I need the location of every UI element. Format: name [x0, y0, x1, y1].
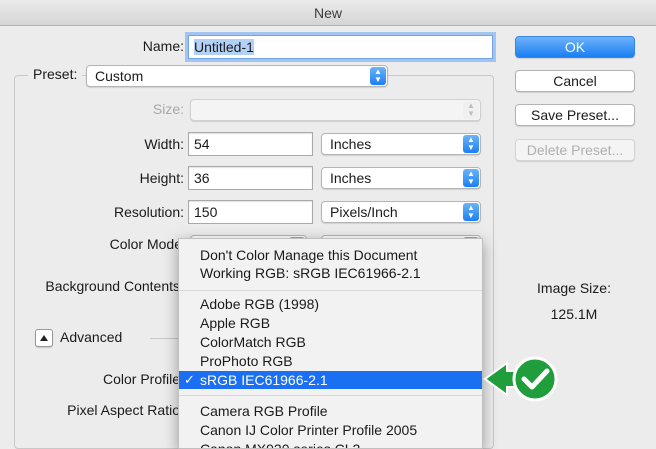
ok-button[interactable]: OK	[515, 36, 635, 58]
checkmark-icon: ✓	[184, 372, 195, 387]
menu-item-canon-mx920[interactable]: Canon MX920 series CL2	[179, 440, 482, 448]
image-size-label: Image Size:	[537, 280, 611, 296]
delete-preset-button[interactable]: Delete Preset...	[515, 139, 635, 161]
menu-item-adobe-rgb[interactable]: Adobe RGB (1998)	[179, 295, 482, 313]
width-unit-value: Inches	[330, 136, 372, 152]
name-label: Name:	[142, 38, 184, 54]
menu-item-colormatch-rgb[interactable]: ColorMatch RGB	[179, 333, 482, 351]
menu-item-dont-color-manage[interactable]: Don't Color Manage this Document	[179, 246, 482, 264]
menu-separator	[179, 395, 482, 396]
height-label: Height:	[139, 170, 184, 186]
resolution-label: Resolution:	[113, 204, 184, 220]
save-preset-button[interactable]: Save Preset...	[515, 104, 635, 126]
height-unit-value: Inches	[330, 170, 372, 186]
name-value: Untitled-1	[194, 39, 254, 55]
color-mode-label: Color Mode	[109, 236, 182, 252]
advanced-disclosure-button[interactable]	[35, 329, 53, 347]
size-stepper-icon: ▲ ▼	[463, 101, 479, 119]
menu-item-srgb[interactable]: ✓ sRGB IEC61966-2.1	[179, 371, 482, 389]
window-titlebar: New	[0, 0, 656, 26]
resolution-field[interactable]: 150	[188, 200, 313, 224]
resolution-unit-stepper-icon: ▲ ▼	[463, 203, 479, 221]
preset-select[interactable]: Custom ▲ ▼	[86, 65, 388, 87]
preset-stepper-icon: ▲ ▼	[370, 67, 386, 85]
menu-item-prophoto-rgb[interactable]: ProPhoto RGB	[179, 352, 482, 370]
image-size-value: 125.1M	[550, 306, 598, 322]
advanced-divider	[150, 338, 180, 339]
pixel-aspect-ratio-label: Pixel Aspect Ratio	[67, 402, 180, 418]
advanced-label: Advanced	[60, 329, 123, 345]
preset-label: Preset:	[28, 66, 83, 82]
menu-item-apple-rgb[interactable]: Apple RGB	[179, 314, 482, 332]
menu-item-camera-rgb[interactable]: Camera RGB Profile	[179, 402, 482, 420]
size-label: Size:	[152, 101, 184, 117]
width-field[interactable]: 54	[188, 132, 313, 156]
menu-item-working-rgb[interactable]: Working RGB: sRGB IEC61966-2.1	[179, 264, 482, 282]
resolution-unit-value: Pixels/Inch	[330, 204, 398, 220]
color-profile-menu: Don't Color Manage this Document Working…	[178, 238, 483, 449]
height-unit-select[interactable]: Inches ▲ ▼	[321, 167, 481, 189]
width-unit-stepper-icon: ▲ ▼	[463, 135, 479, 153]
height-field[interactable]: 36	[188, 166, 313, 190]
name-field[interactable]: Untitled-1	[188, 35, 493, 59]
menu-item-canon-ij[interactable]: Canon IJ Color Printer Profile 2005	[179, 421, 482, 439]
window-title: New	[313, 5, 342, 21]
background-contents-label: Background Contents	[45, 278, 180, 294]
height-unit-stepper-icon: ▲ ▼	[463, 169, 479, 187]
color-profile-label: Color Profile	[102, 371, 180, 387]
menu-separator	[179, 290, 482, 291]
menu-item-srgb-label: sRGB IEC61966-2.1	[200, 372, 328, 388]
preset-value: Custom	[95, 68, 144, 84]
size-select[interactable]: ▲ ▼	[190, 99, 481, 121]
cancel-button[interactable]: Cancel	[515, 70, 635, 92]
triangle-up-icon	[40, 335, 48, 341]
width-unit-select[interactable]: Inches ▲ ▼	[321, 133, 481, 155]
resolution-value: 150	[194, 204, 218, 220]
checkmark-badge-icon	[483, 356, 558, 402]
resolution-unit-select[interactable]: Pixels/Inch ▲ ▼	[321, 201, 481, 223]
height-value: 36	[194, 170, 210, 186]
width-value: 54	[194, 136, 210, 152]
width-label: Width:	[144, 136, 184, 152]
